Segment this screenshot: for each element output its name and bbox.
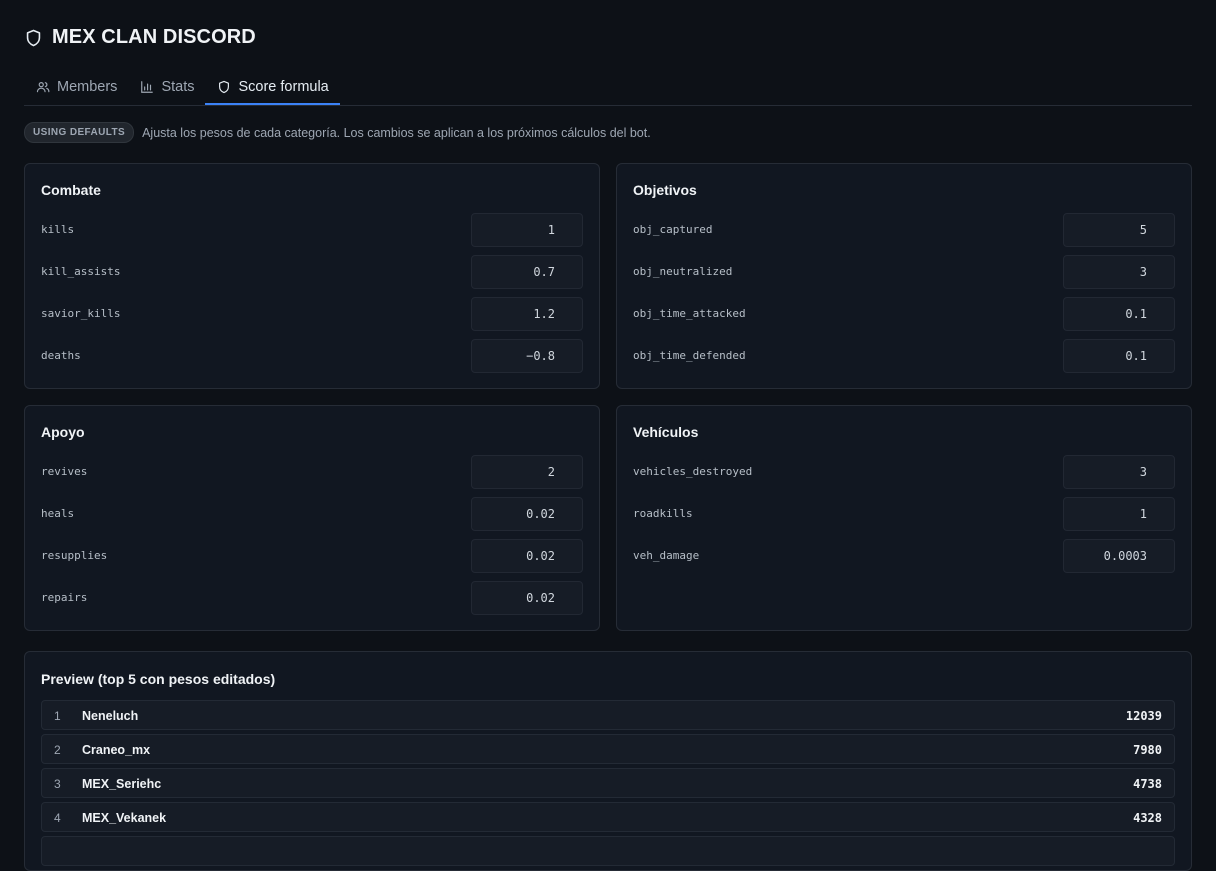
weight-label: heals (41, 507, 75, 520)
rank-number: 1 (54, 709, 61, 723)
weight-row: repairs (41, 581, 583, 615)
weight-label: resupplies (41, 549, 108, 562)
deaths-weight-input[interactable] (471, 339, 583, 373)
weight-row: kills (41, 213, 583, 247)
vehiculos-card: Vehículos vehicles_destroyed roadkills v… (616, 405, 1192, 631)
tab-label: Stats (161, 79, 195, 95)
weight-label: obj_captured (633, 223, 713, 236)
users-icon (36, 82, 50, 93)
weight-label: kill_assists (41, 265, 121, 278)
player-name: Craneo_mx (82, 743, 151, 757)
repairs-weight-input[interactable] (471, 581, 583, 615)
player-score: 12039 (1125, 709, 1162, 723)
tab-members[interactable]: Members (24, 70, 128, 104)
table-row: 1 Neneluch 12039 (41, 700, 1175, 730)
weight-label: revives (41, 465, 88, 478)
weight-row: savior_kills (41, 297, 583, 331)
page-title: MEX CLAN DISCORD (52, 26, 256, 48)
rank-number: 3 (54, 777, 61, 791)
preview-panel: Preview (top 5 con pesos editados) 1 Nen… (24, 651, 1192, 871)
player-score: 4328 (1133, 811, 1162, 825)
defaults-notice: USING DEFAULTS Ajusta los pesos de cada … (24, 122, 651, 143)
player-score: 7980 (1133, 743, 1162, 757)
shield-icon (219, 80, 230, 93)
table-row (41, 836, 1175, 866)
tab-stats[interactable]: Stats (128, 70, 205, 104)
revives-weight-input[interactable] (471, 455, 583, 489)
savior-kills-weight-input[interactable] (471, 297, 583, 331)
obj-captured-weight-input[interactable] (1063, 213, 1175, 247)
tab-label: Score formula (238, 78, 329, 95)
apoyo-card: Apoyo revives heals resupplies repairs (24, 405, 600, 631)
card-title: Apoyo (41, 424, 85, 440)
weight-row: deaths (41, 339, 583, 373)
table-row: 3 MEX_Seriehc 4738 (41, 768, 1175, 798)
status-badge: USING DEFAULTS (24, 122, 135, 143)
player-score: 4738 (1133, 777, 1162, 791)
resupplies-weight-input[interactable] (471, 539, 583, 573)
obj-time-attacked-weight-input[interactable] (1063, 297, 1175, 331)
tab-bar: Members Stats Score formula (24, 70, 1192, 106)
weight-label: savior_kills (41, 307, 121, 320)
rank-number: 2 (54, 743, 61, 757)
weight-label: obj_time_defended (633, 349, 746, 362)
weight-row: kill_assists (41, 255, 583, 289)
player-name: Neneluch (82, 709, 139, 723)
card-title: Objetivos (633, 182, 697, 198)
notice-text: Ajusta los pesos de cada categoría. Los … (142, 125, 651, 140)
weight-row: vehicles_destroyed (633, 455, 1175, 489)
kill-assists-weight-input[interactable] (471, 255, 583, 289)
weight-label: veh_damage (633, 549, 700, 562)
vehicles-destroyed-weight-input[interactable] (1063, 455, 1175, 489)
table-row: 2 Craneo_mx 7980 (41, 734, 1175, 764)
weight-label: roadkills (633, 507, 693, 520)
shield-icon (26, 29, 41, 46)
roadkills-weight-input[interactable] (1063, 497, 1175, 531)
obj-time-defended-weight-input[interactable] (1063, 339, 1175, 373)
weight-label: kills (41, 223, 75, 236)
weight-row: veh_damage (633, 539, 1175, 573)
player-name: MEX_Seriehc (82, 777, 162, 791)
card-title: Vehículos (633, 424, 699, 440)
weight-row: obj_time_attacked (633, 297, 1175, 331)
tab-label: Members (57, 79, 118, 95)
weight-label: vehicles_destroyed (633, 465, 753, 478)
player-name: MEX_Vekanek (82, 811, 167, 825)
weight-row: resupplies (41, 539, 583, 573)
kills-weight-input[interactable] (471, 213, 583, 247)
combate-card: Combate kills kill_assists savior_kills … (24, 163, 600, 389)
veh-damage-weight-input[interactable] (1063, 539, 1175, 573)
weight-label: deaths (41, 349, 81, 362)
obj-neutralized-weight-input[interactable] (1063, 255, 1175, 289)
tab-score-formula[interactable]: Score formula (205, 70, 340, 105)
heals-weight-input[interactable] (471, 497, 583, 531)
app-header: MEX CLAN DISCORD (24, 26, 256, 49)
weight-row: obj_time_defended (633, 339, 1175, 373)
weight-row: roadkills (633, 497, 1175, 531)
weight-label: repairs (41, 591, 88, 604)
weight-row: heals (41, 497, 583, 531)
weight-label: obj_time_attacked (633, 307, 746, 320)
bar-chart-icon (141, 81, 154, 93)
card-title: Combate (41, 182, 101, 198)
objetivos-card: Objetivos obj_captured obj_neutralized o… (616, 163, 1192, 389)
weight-row: obj_neutralized (633, 255, 1175, 289)
weight-row: revives (41, 455, 583, 489)
preview-title: Preview (top 5 con pesos editados) (41, 671, 276, 687)
rank-number: 4 (54, 811, 61, 825)
weight-row: obj_captured (633, 213, 1175, 247)
weight-label: obj_neutralized (633, 265, 733, 278)
table-row: 4 MEX_Vekanek 4328 (41, 802, 1175, 832)
